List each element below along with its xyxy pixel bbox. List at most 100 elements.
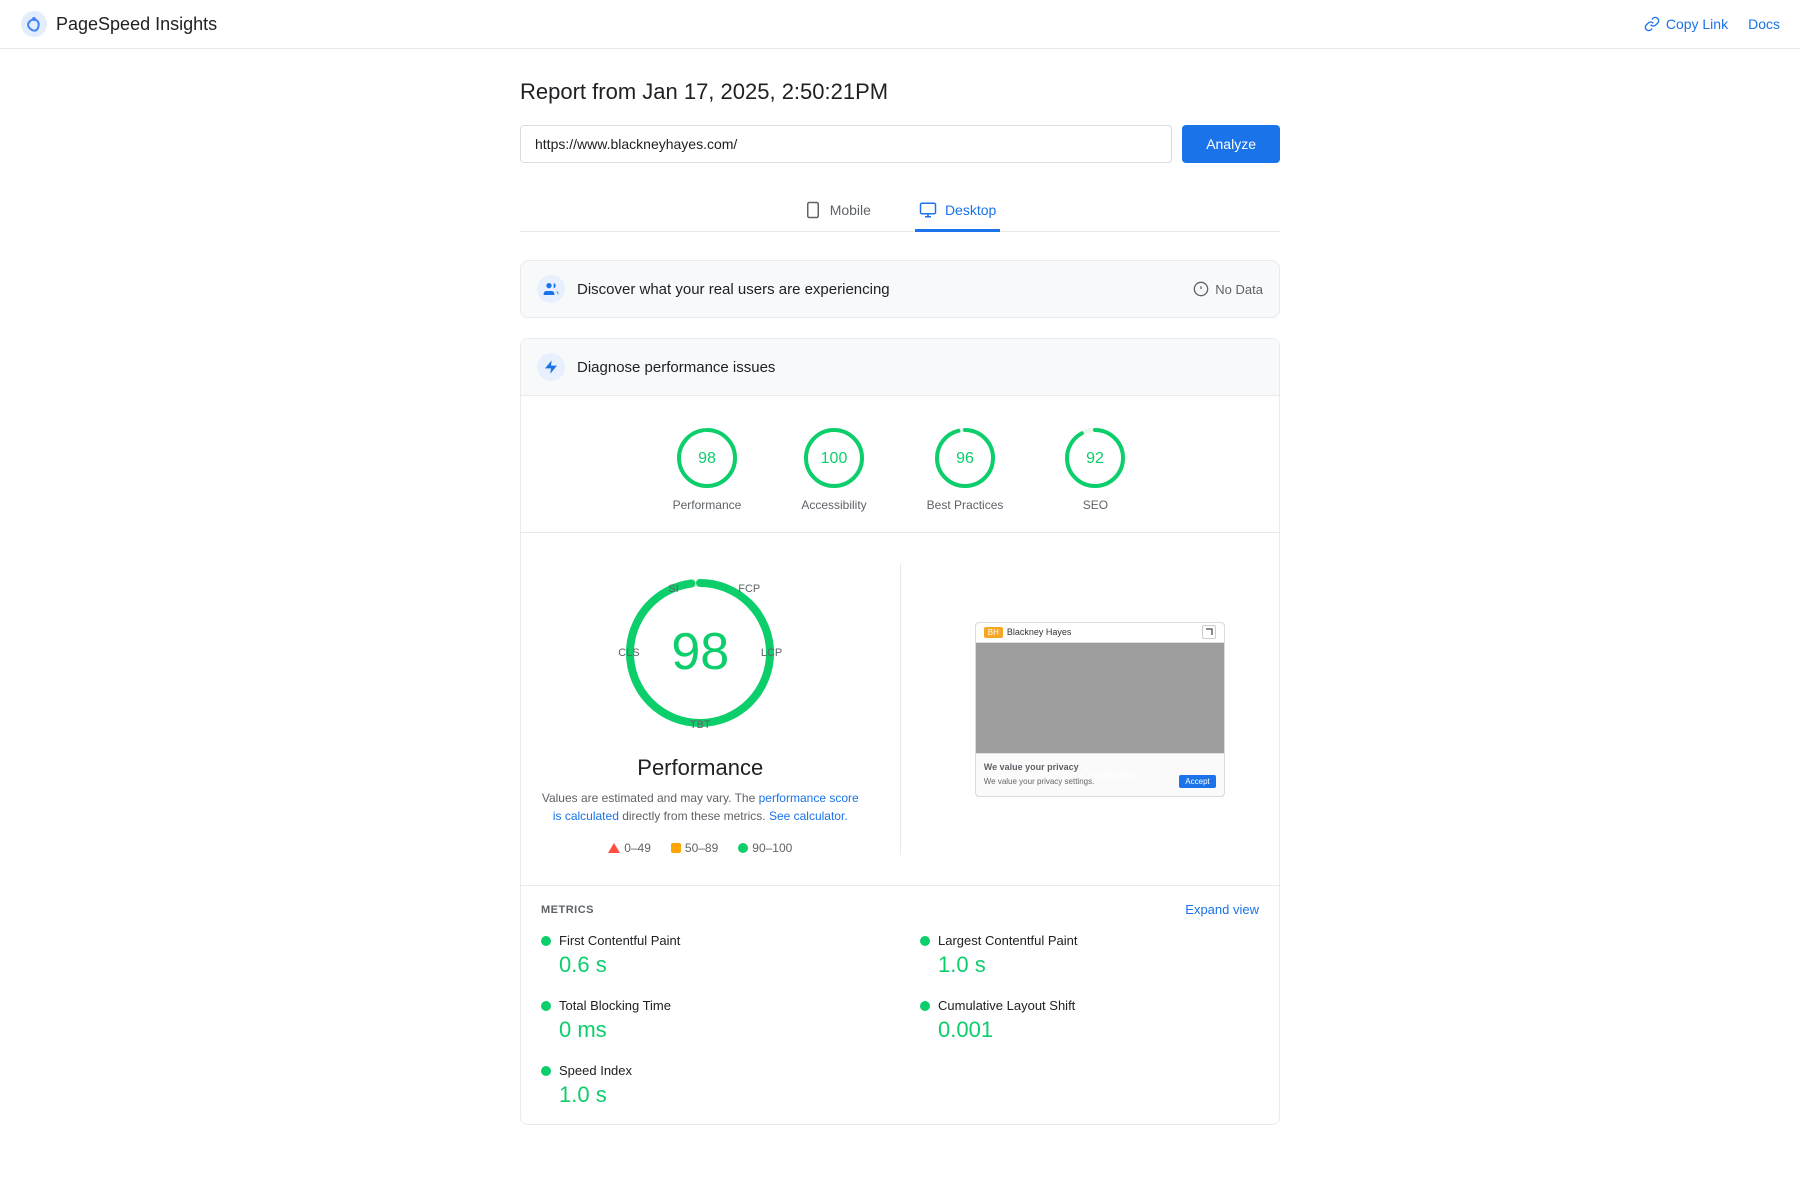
tab-mobile[interactable]: Mobile	[800, 191, 875, 232]
metric-cls-value: 0.001	[920, 1017, 1259, 1043]
legend-pass: 90–100	[738, 841, 792, 855]
tabs: Mobile Desktop	[520, 191, 1280, 232]
accept-button[interactable]: Accept	[1179, 775, 1215, 788]
score-performance: 98 Performance	[673, 426, 742, 512]
report-title: Report from Jan 17, 2025, 2:50:21PM	[520, 79, 1280, 105]
copy-link-button[interactable]: Copy Link	[1644, 16, 1728, 32]
no-data-badge: No Data	[1193, 281, 1263, 297]
score-circle-best-practices-svg: 96	[933, 426, 997, 490]
metric-tbt: Total Blocking Time 0 ms	[541, 998, 880, 1043]
legend: 0–49 50–89 90–100	[608, 841, 792, 855]
desktop-icon	[919, 201, 937, 219]
thumbnail-logo: BH	[984, 627, 1003, 638]
perf-gauge-title: Performance	[637, 755, 763, 781]
metric-fcp-dot	[541, 936, 551, 946]
site-thumbnail: BH Blackney Hayes Make space for Creativ…	[975, 622, 1225, 797]
analyze-button[interactable]: Analyze	[1182, 125, 1280, 163]
app-title: PageSpeed Insights	[56, 14, 217, 35]
privacy-text: We value your privacy	[984, 762, 1216, 772]
metric-si-dot	[541, 1066, 551, 1076]
site-screenshot-area: BH Blackney Hayes Make space for Creativ…	[941, 563, 1260, 855]
svg-text:96: 96	[956, 450, 974, 467]
metric-lcp-name: Largest Contentful Paint	[938, 933, 1077, 948]
real-users-icon	[537, 275, 565, 303]
svg-text:92: 92	[1086, 450, 1104, 467]
url-input[interactable]	[520, 125, 1172, 163]
real-users-title: Discover what your real users are experi…	[577, 281, 890, 298]
pagespeed-logo-icon	[20, 10, 48, 38]
legend-average: 50–89	[671, 841, 718, 855]
metrics-title: METRICS	[541, 904, 594, 916]
metric-lcp: Largest Contentful Paint 1.0 s	[920, 933, 1259, 978]
perf-note: Values are estimated and may vary. The p…	[541, 789, 860, 825]
metric-fcp: First Contentful Paint 0.6 s	[541, 933, 880, 978]
expand-view-button[interactable]: Expand view	[1185, 902, 1259, 917]
metric-fcp-name: First Contentful Paint	[559, 933, 680, 948]
score-seo-label: SEO	[1083, 498, 1108, 512]
legend-average-label: 50–89	[685, 841, 718, 855]
gauge-container: 98 SI FCP LCP CLS TBT	[610, 563, 790, 743]
score-performance-label: Performance	[673, 498, 742, 512]
score-circle-accessibility-svg: 100	[802, 426, 866, 490]
metric-si-value: 1.0 s	[541, 1082, 880, 1108]
metric-si-name: Speed Index	[559, 1063, 632, 1078]
metric-cls: Cumulative Layout Shift 0.001	[920, 998, 1259, 1043]
real-users-section: Discover what your real users are experi…	[520, 260, 1280, 318]
diagnose-section: Diagnose performance issues 98 Performan…	[520, 338, 1280, 1125]
main-content: Report from Jan 17, 2025, 2:50:21PM Anal…	[500, 49, 1300, 1155]
mobile-icon	[804, 201, 822, 219]
tab-desktop-label: Desktop	[945, 202, 996, 218]
legend-fail-label: 0–49	[624, 841, 651, 855]
header-actions: Copy Link Docs	[1644, 16, 1780, 32]
expand-icon	[1205, 628, 1213, 636]
metric-cls-dot	[920, 1001, 930, 1011]
metric-lcp-dot	[920, 936, 930, 946]
score-circles: 98 Performance 100 Accessibility 96 Bes	[521, 396, 1279, 533]
metric-cls-name: Cumulative Layout Shift	[938, 998, 1075, 1013]
legend-pass-label: 90–100	[752, 841, 792, 855]
thumbnail-expand-icon	[1202, 625, 1216, 639]
svg-text:100: 100	[821, 450, 848, 467]
score-best-practices: 96 Best Practices	[927, 426, 1004, 512]
metric-si: Speed Index 1.0 s	[541, 1063, 880, 1108]
docs-link[interactable]: Docs	[1748, 16, 1780, 32]
score-circle-performance-svg: 98	[675, 426, 739, 490]
link-icon	[1644, 16, 1660, 32]
lightning-icon	[543, 359, 559, 375]
metric-fcp-value: 0.6 s	[541, 952, 880, 978]
pass-icon	[738, 843, 748, 853]
gauge-score-display: 98	[671, 626, 729, 678]
calculator-link[interactable]: See calculator.	[769, 809, 848, 823]
thumbnail-header: BH Blackney Hayes	[976, 623, 1224, 643]
thumbnail-privacy-overlay: We value your privacy We value your priv…	[976, 753, 1224, 796]
logo: PageSpeed Insights	[20, 10, 217, 38]
svg-text:98: 98	[698, 450, 716, 467]
perf-detail-section: 98 SI FCP LCP CLS TBT Performance Values…	[521, 533, 1279, 886]
tab-mobile-label: Mobile	[830, 202, 871, 218]
gauge-score-value: 98	[671, 623, 729, 681]
score-accessibility-label: Accessibility	[801, 498, 866, 512]
diagnose-title: Diagnose performance issues	[577, 359, 775, 376]
diagnose-header: Diagnose performance issues	[521, 339, 1279, 396]
users-icon	[543, 281, 559, 297]
metrics-header: METRICS Expand view	[541, 902, 1259, 917]
divider	[900, 563, 901, 855]
perf-gauge-area: 98 SI FCP LCP CLS TBT Performance Values…	[541, 563, 860, 855]
tab-desktop[interactable]: Desktop	[915, 191, 1000, 232]
metrics-grid: First Contentful Paint 0.6 s Largest Con…	[541, 933, 1259, 1108]
score-accessibility: 100 Accessibility	[801, 426, 866, 512]
average-icon	[671, 843, 681, 853]
metric-tbt-value: 0 ms	[541, 1017, 880, 1043]
metrics-section: METRICS Expand view First Contentful Pai…	[521, 886, 1279, 1124]
metric-tbt-name: Total Blocking Time	[559, 998, 671, 1013]
url-bar: Analyze	[520, 125, 1280, 163]
privacy-desc: We value your privacy settings.	[984, 777, 1095, 786]
score-seo: 92 SEO	[1063, 426, 1127, 512]
legend-fail: 0–49	[608, 841, 651, 855]
fail-icon	[608, 843, 620, 853]
diagnose-icon	[537, 353, 565, 381]
thumbnail-brand: Blackney Hayes	[1007, 627, 1198, 637]
metric-tbt-dot	[541, 1001, 551, 1011]
info-icon	[1193, 281, 1209, 297]
score-circle-seo-svg: 92	[1063, 426, 1127, 490]
